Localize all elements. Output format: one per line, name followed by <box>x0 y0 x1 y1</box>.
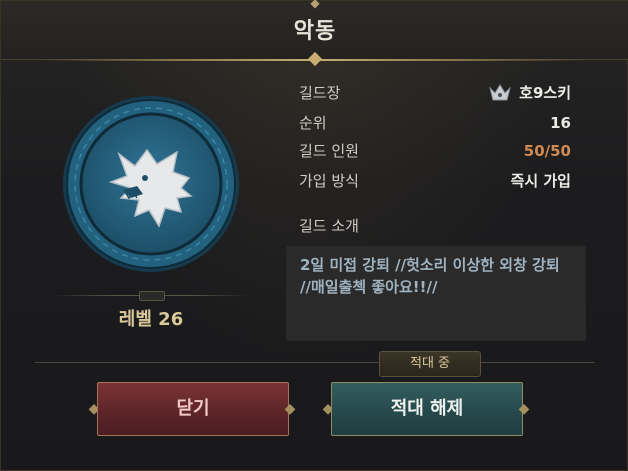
join-method-row: 가입 방식 즉시 가입 <box>299 170 571 192</box>
join-method-label: 가입 방식 <box>299 172 359 190</box>
bottom-divider <box>35 362 595 363</box>
guild-leader-row: 길드장 호9스키 <box>299 82 571 104</box>
member-count-row: 길드 인원 50/50 <box>299 140 571 162</box>
guild-name-title: 악동 <box>293 19 337 44</box>
ornament-icon: ◆ <box>518 401 530 417</box>
guild-leader-label: 길드장 <box>299 84 341 102</box>
guild-leader-name: 호9스키 <box>519 84 571 102</box>
top-ornament-icon: ◆ <box>310 0 320 10</box>
ornament-icon: ◆ <box>284 401 296 417</box>
hostility-status-tab: 적대 중 <box>379 351 481 377</box>
member-count-value: 50/50 <box>523 142 571 160</box>
rank-label: 순위 <box>299 114 327 132</box>
guild-level: 레벨 26 <box>118 309 184 330</box>
guild-intro-line: //매일출첵 좋아요!!// <box>300 278 438 296</box>
guild-info-dialog: ◆ 악동 레벨 26 길드장 호9스키 순위 16 길드 인원 50/50 가입… <box>0 0 628 471</box>
release-hostility-button[interactable]: 적대 해제 <box>331 382 523 436</box>
rank-row: 순위 16 <box>299 112 571 134</box>
guild-leader-crown-icon <box>489 84 511 101</box>
wolf-emblem-icon <box>63 96 239 272</box>
guild-intro-line: 2일 미접 강퇴 //헛소리 이상한 외창 강퇴 <box>300 256 560 274</box>
guild-intro-title: 길드 소개 <box>299 217 359 235</box>
close-button[interactable]: 닫기 <box>97 382 289 436</box>
level-divider-tag <box>139 291 165 301</box>
join-method-value: 즉시 가입 <box>510 172 571 190</box>
member-count-label: 길드 인원 <box>299 142 359 160</box>
guild-intro-box: 2일 미접 강퇴 //헛소리 이상한 외창 강퇴 //매일출첵 좋아요!!// <box>286 246 586 341</box>
rank-value: 16 <box>550 114 571 132</box>
